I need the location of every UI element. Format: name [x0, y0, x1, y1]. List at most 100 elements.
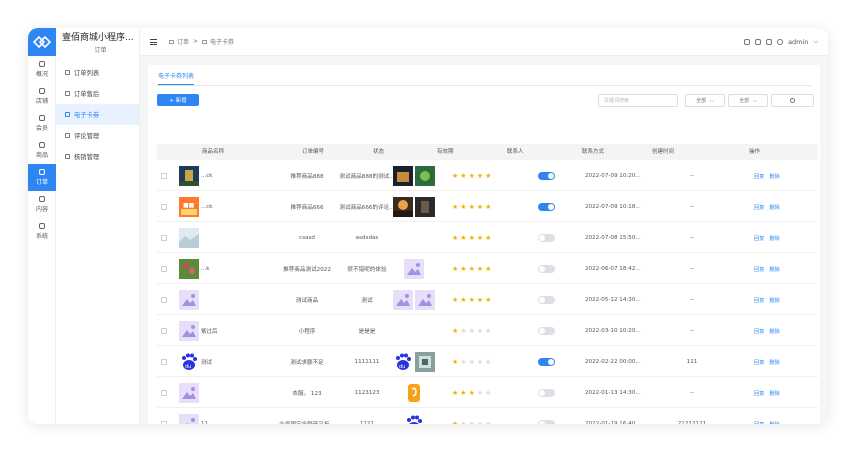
delete-link[interactable]: 删除	[769, 297, 779, 304]
operations-cell: 回复 删除	[754, 409, 785, 425]
submenu-item[interactable]: 订单列表	[56, 62, 139, 83]
star-icon: ★	[460, 420, 467, 424]
reply-link[interactable]: 回复	[754, 266, 764, 273]
app-subtitle: 订单	[94, 47, 107, 54]
placeholder-image	[393, 290, 413, 310]
delete-link[interactable]: 删除	[769, 266, 779, 273]
table-row[interactable]: ...ck 推荐商品888 测试商品888的测试... ★ ★ ★ ★ ★ 2022-07-09…	[157, 161, 818, 191]
contact-value: --	[689, 266, 695, 272]
row-checkbox[interactable]	[161, 328, 167, 334]
row-checkbox[interactable]	[161, 266, 167, 272]
goods-cell: ...ck	[179, 161, 212, 191]
reply-link[interactable]: 回复	[754, 235, 764, 242]
pictures-cell	[387, 316, 443, 346]
create-time: 2022-01-13 14:30...	[585, 390, 641, 396]
toggle-knob	[539, 235, 545, 241]
delete-link[interactable]: 删除	[769, 390, 779, 397]
refresh-icon[interactable]	[777, 39, 784, 45]
status-toggle[interactable]	[538, 358, 555, 366]
submenu-item-icon	[65, 91, 70, 96]
status-toggle[interactable]	[538, 203, 555, 211]
toggle-cell	[538, 409, 555, 424]
table-row[interactable]: ■■ ...ck 推荐商品666 测试商品666的评论... ★ ★ ★ ★ ★ 2022-07-…	[157, 192, 818, 222]
status-toggle[interactable]	[538, 296, 555, 304]
table-row[interactable]: 紫过后 小程序 是是是 ★ ★ ★ ★ ★ 2022-03-10 10:20... -- 回复 删除	[157, 316, 818, 346]
breadcrumb-item-order[interactable]: 订单	[177, 37, 189, 46]
row-checkbox[interactable]	[161, 173, 167, 179]
star-icon: ★	[452, 172, 459, 180]
reply-link[interactable]: 回复	[754, 390, 764, 397]
star-icon: ★	[468, 203, 475, 211]
table-row[interactable]: csasd asdsdas ★ ★ ★ ★ ★ 2022-07-08 15:50... -- 回复…	[157, 223, 818, 253]
status-toggle[interactable]	[538, 234, 555, 242]
reply-link[interactable]: 回复	[754, 359, 764, 366]
submenu-item[interactable]: 评论管理	[56, 125, 139, 146]
status-toggle[interactable]	[538, 389, 555, 397]
operations-cell: 回复删除	[754, 285, 785, 315]
row-checkbox[interactable]	[161, 204, 167, 210]
row-checkbox[interactable]	[161, 359, 167, 365]
star-rating: ★ ★ ★ ★ ★	[452, 254, 493, 284]
lock-icon[interactable]	[766, 39, 773, 45]
goods-cell: ■■ ...ck	[179, 192, 212, 222]
star-icon: ★	[476, 358, 484, 366]
menu-toggle-icon[interactable]	[150, 38, 157, 45]
row-checkbox[interactable]	[161, 390, 167, 396]
star-icon: ★	[485, 296, 492, 304]
toggle-cell	[538, 347, 555, 377]
status-toggle[interactable]	[538, 172, 555, 180]
table-row[interactable]: du 测试 测试求额不足 1111111 du ★ ★ ★ ★ ★ 2022-02-22 00:00…	[157, 347, 818, 377]
submenu-item[interactable]: 电子卡券	[56, 104, 139, 125]
reply-link[interactable]: 回复	[754, 421, 764, 425]
search-button[interactable]	[771, 94, 814, 107]
search-input[interactable]: 关键词搜索	[598, 94, 678, 107]
shirt-icon[interactable]	[755, 39, 762, 45]
rail-item-goods[interactable]: 商品	[28, 137, 56, 164]
table-row[interactable]: 衣服。 123 1123123 ★ ★ ★ ★ ★ 2022-01-13 14:30... --…	[157, 378, 818, 408]
reply-link[interactable]: 回复	[754, 173, 764, 180]
rail-item-member[interactable]: 会员	[28, 110, 56, 137]
delete-link[interactable]: 删除	[769, 421, 779, 425]
submenu-item[interactable]: 订单售后	[56, 83, 139, 104]
delete-link[interactable]: 删除	[769, 173, 779, 180]
star-icon: ★	[460, 358, 467, 366]
status-toggle[interactable]	[538, 265, 555, 273]
delete-link[interactable]: 删除	[769, 328, 779, 335]
row-checkbox[interactable]	[161, 235, 167, 241]
delete-link[interactable]: 删除	[769, 235, 779, 242]
tab-card-list[interactable]: 电子卡券列表	[158, 71, 195, 85]
reply-link[interactable]: 回复	[754, 204, 764, 211]
rail-item-system[interactable]: 系统	[28, 218, 56, 245]
goods-thumbnail	[179, 259, 199, 279]
table-row[interactable]: 测试商品 测试 ★ ★ ★ ★ ★ 2022-05-12 14:30... -- 回复 删除	[157, 285, 818, 315]
row-checkbox[interactable]	[161, 421, 167, 424]
add-button[interactable]: + 新增	[157, 94, 199, 106]
reply-link[interactable]: 回复	[754, 328, 764, 335]
rail-item-store[interactable]: 店铺	[28, 83, 56, 110]
star-icon: ★	[476, 234, 484, 242]
pictures-cell: du	[387, 347, 443, 377]
delete-link[interactable]: 删除	[769, 204, 779, 211]
star-icon: ★	[460, 265, 467, 273]
table-row[interactable]: ...k 推荐商品测试2022 很不错呢的体验 ★ ★ ★ ★ ★ 2022-06-07 18:…	[157, 254, 818, 284]
status-toggle[interactable]	[538, 420, 555, 424]
goods-icon	[39, 142, 45, 148]
status-toggle[interactable]	[538, 327, 555, 335]
submenu-item[interactable]: 核销管理	[56, 146, 139, 167]
bell-icon[interactable]	[744, 39, 751, 45]
star-rating: ★ ★ ★ ★ ★	[452, 161, 493, 191]
delete-link[interactable]: 删除	[769, 359, 779, 366]
filter-select-2-value: 全部	[739, 98, 750, 104]
filter-select-1[interactable]: 全部 ⌵	[685, 94, 725, 107]
star-icon: ★	[476, 296, 484, 304]
table-row[interactable]: 11会员固定金额商品折...1221du★★★★★2022-01-19 16:4…	[157, 409, 818, 424]
toggle-knob	[548, 173, 554, 179]
rail-item-overview[interactable]: 概况	[28, 56, 56, 83]
rail-item-order[interactable]: 订单	[28, 164, 56, 191]
reply-link[interactable]: 回复	[754, 297, 764, 304]
rail-item-content[interactable]: 内容	[28, 191, 56, 218]
chevron-down-icon[interactable]: ⌵	[813, 38, 818, 46]
user-name[interactable]: admin	[788, 38, 808, 46]
filter-select-2[interactable]: 全部 ⌵	[728, 94, 768, 107]
row-checkbox[interactable]	[161, 297, 167, 303]
